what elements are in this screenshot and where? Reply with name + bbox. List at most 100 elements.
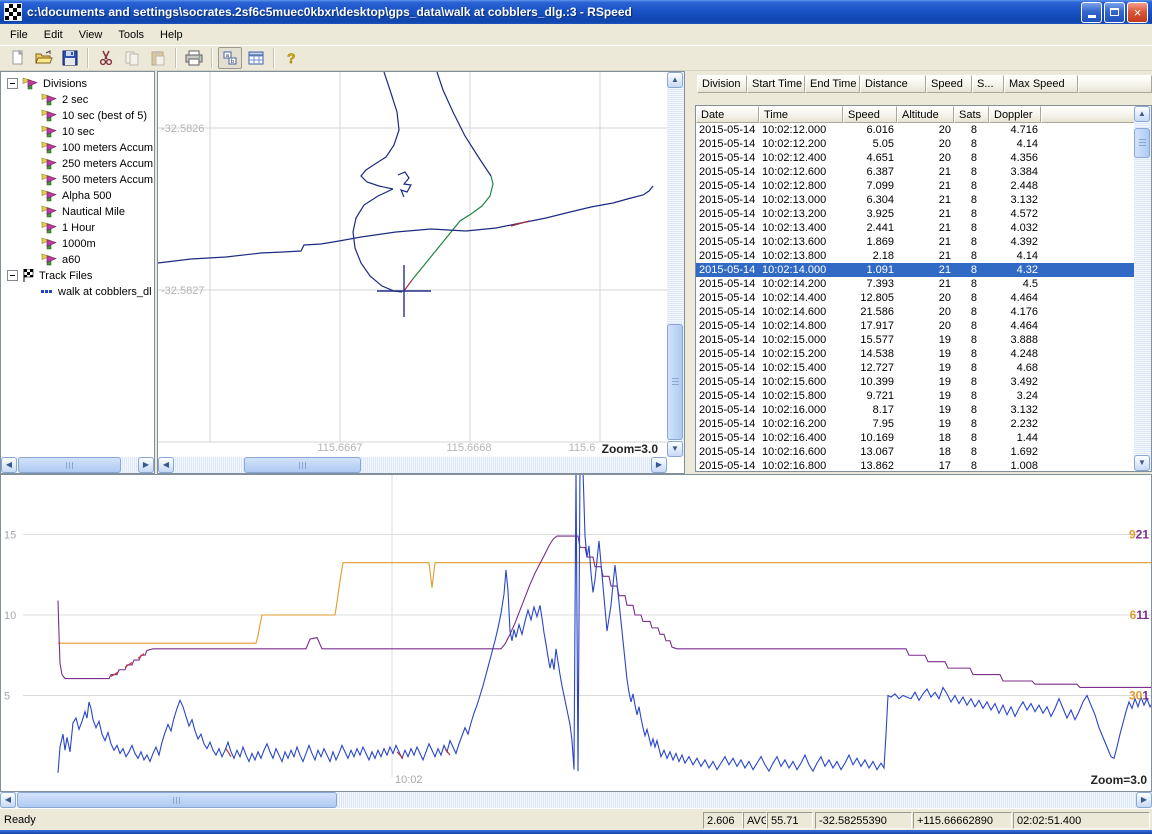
table-row[interactable]: 2015-05-1410:02:15.40012.7271984.68 <box>696 361 1151 375</box>
table-row[interactable]: 2015-05-1410:02:14.0001.0912184.32 <box>696 263 1151 277</box>
table-row[interactable]: 2015-05-1410:02:15.00015.5771983.888 <box>696 333 1151 347</box>
table-row[interactable]: 2015-05-1410:02:16.2007.951982.232 <box>696 417 1151 431</box>
track-column-altitude[interactable]: Altitude <box>897 106 954 123</box>
tree-item-10-sec[interactable]: 10 sec <box>1 123 154 139</box>
menu-tools[interactable]: Tools <box>110 26 152 44</box>
scroll-right-arrow[interactable]: ▶ <box>138 457 154 473</box>
restore-icon <box>1110 8 1119 16</box>
map-hscrollbar[interactable]: ◀ ▶ <box>158 457 667 473</box>
tree-item-10-sec-best-of-5-[interactable]: 10 sec (best of 5) <box>1 107 154 123</box>
table-row[interactable]: 2015-05-1410:02:12.4004.6512084.356 <box>696 151 1151 165</box>
menu-help[interactable]: Help <box>152 26 191 44</box>
table-row[interactable]: 2015-05-1410:02:12.0006.0162084.716 <box>696 123 1151 137</box>
table-row[interactable]: 2015-05-1410:02:13.4002.4412184.032 <box>696 221 1151 235</box>
table-row[interactable]: 2015-05-1410:02:13.6001.8692184.392 <box>696 235 1151 249</box>
scrollbar-thumb[interactable] <box>244 457 361 473</box>
track-column-doppler[interactable]: Doppler <box>989 106 1041 123</box>
tree-item-500-meters-accum[interactable]: 500 meters Accum <box>1 171 154 187</box>
table-row[interactable]: 2015-05-1410:02:13.0006.3042183.132 <box>696 193 1151 207</box>
tree-item-nautical-mile[interactable]: Nautical Mile <box>1 203 154 219</box>
tree-item-2-sec[interactable]: 2 sec <box>1 91 154 107</box>
scrollbar-thumb[interactable] <box>17 792 337 808</box>
tree-item-1-hour[interactable]: 1 Hour <box>1 219 154 235</box>
table-row[interactable]: 2015-05-1410:02:14.40012.8052084.464 <box>696 291 1151 305</box>
menu-file[interactable]: File <box>2 26 36 44</box>
copy-button[interactable] <box>120 47 144 69</box>
table-row[interactable]: 2015-05-1410:02:15.60010.3991983.492 <box>696 375 1151 389</box>
tree-item-100-meters-accum[interactable]: 100 meters Accum <box>1 139 154 155</box>
tree-item-track-files[interactable]: Track Files <box>1 267 154 283</box>
track-column-sats[interactable]: Sats <box>954 106 989 123</box>
track-column-date[interactable]: Date <box>696 106 759 123</box>
track-column-time[interactable]: Time <box>759 106 843 123</box>
tree-hscrollbar[interactable]: ◀ ▶ <box>1 457 154 473</box>
scroll-down-arrow[interactable]: ▼ <box>667 441 683 457</box>
title-bar[interactable]: c:\documents and settings\socrates.2sf6c… <box>0 0 1152 24</box>
tree-item-divisions[interactable]: Divisions <box>1 75 154 91</box>
division-column-start-time[interactable]: Start Time <box>747 75 805 93</box>
division-column-speed[interactable]: Speed <box>926 75 972 93</box>
grid-view-button[interactable] <box>244 47 268 69</box>
save-button[interactable] <box>58 47 82 69</box>
table-row[interactable]: 2015-05-1410:02:16.40010.1691881.44 <box>696 431 1151 445</box>
division-column-s-[interactable]: S... <box>972 75 1004 93</box>
scroll-left-arrow[interactable]: ◀ <box>158 457 174 473</box>
table-row[interactable]: 2015-05-1410:02:15.8009.7211983.24 <box>696 389 1151 403</box>
table-row[interactable]: 2015-05-1410:02:15.20014.5381984.248 <box>696 347 1151 361</box>
split-view-button[interactable]: ab <box>218 47 242 69</box>
scrollbar-thumb[interactable] <box>1134 128 1150 158</box>
scrollbar-thumb[interactable] <box>667 324 683 440</box>
tree-item-alpha-500[interactable]: Alpha 500 <box>1 187 154 203</box>
chart-hscrollbar[interactable]: ◀ ▶ <box>0 792 1152 808</box>
map-vscrollbar[interactable]: ▲ ▼ <box>667 72 684 457</box>
table-row[interactable]: 2015-05-1410:02:12.2005.052084.14 <box>696 137 1151 151</box>
scroll-left-arrow[interactable]: ◀ <box>0 792 16 808</box>
table-row[interactable]: 2015-05-1410:02:13.8002.182184.14 <box>696 249 1151 263</box>
scrollbar-thumb[interactable] <box>18 457 121 473</box>
paste-button[interactable] <box>146 47 170 69</box>
menu-edit[interactable]: Edit <box>36 26 71 44</box>
tree-expander-icon[interactable] <box>7 270 18 281</box>
cell-doppler: 4.5 <box>989 277 1041 291</box>
table-row[interactable]: 2015-05-1410:02:16.0008.171983.132 <box>696 403 1151 417</box>
minimize-button[interactable] <box>1081 2 1102 23</box>
track-map-canvas[interactable]: -32.5826-32.5827115.6667115.6668115.6Zoo… <box>158 72 667 457</box>
svg-text:115.6667: 115.6667 <box>317 442 362 454</box>
help-button[interactable]: ? <box>280 47 304 69</box>
division-column-max-speed[interactable]: Max Speed <box>1004 75 1078 93</box>
tree-expander-icon[interactable] <box>7 78 18 89</box>
division-column-distance[interactable]: Distance <box>860 75 926 93</box>
tree-item-a60[interactable]: a60 <box>1 251 154 267</box>
division-column-division[interactable]: Division <box>697 75 747 93</box>
tree-item-1000m[interactable]: 1000m <box>1 235 154 251</box>
scroll-up-arrow[interactable]: ▲ <box>1134 106 1150 122</box>
table-row[interactable]: 2015-05-1410:02:14.80017.9172084.464 <box>696 319 1151 333</box>
cut-button[interactable] <box>94 47 118 69</box>
restore-button[interactable] <box>1104 2 1125 23</box>
tree-item-walk-at-cobblers-dl[interactable]: walk at cobblers_dl <box>1 283 154 299</box>
scroll-down-arrow[interactable]: ▼ <box>1134 455 1150 471</box>
scroll-right-arrow[interactable]: ▶ <box>651 457 667 473</box>
division-column-end-time[interactable]: End Time <box>805 75 860 93</box>
cell-date: 2015-05-14 <box>696 165 759 179</box>
track-column-speed[interactable]: Speed <box>843 106 897 123</box>
table-row[interactable]: 2015-05-1410:02:13.2003.9252184.572 <box>696 207 1151 221</box>
menu-view[interactable]: View <box>71 26 111 44</box>
table-row[interactable]: 2015-05-1410:02:12.8007.0992182.448 <box>696 179 1151 193</box>
scroll-right-arrow[interactable]: ▶ <box>1136 792 1152 808</box>
table-row[interactable]: 2015-05-1410:02:14.60021.5862084.176 <box>696 305 1151 319</box>
table-row[interactable]: 2015-05-1410:02:12.6006.3872183.384 <box>696 165 1151 179</box>
table-row[interactable]: 2015-05-1410:02:16.60013.0671881.692 <box>696 445 1151 459</box>
table-row[interactable]: 2015-05-1410:02:14.2007.3932184.5 <box>696 277 1151 291</box>
scroll-left-arrow[interactable]: ◀ <box>1 457 17 473</box>
tree-item-250-meters-accum[interactable]: 250 meters Accum <box>1 155 154 171</box>
scroll-up-arrow[interactable]: ▲ <box>667 72 683 88</box>
open-button[interactable] <box>32 47 56 69</box>
close-button[interactable]: × <box>1127 2 1148 23</box>
cell-altitude: 19 <box>897 375 954 389</box>
table-row[interactable]: 2015-05-1410:02:16.80013.8621781.008 <box>696 459 1151 472</box>
table-vscrollbar[interactable]: ▲ ▼ <box>1134 106 1151 471</box>
new-button[interactable] <box>6 47 30 69</box>
speed-chart-canvas[interactable]: 1510592161130110:02Zoom=3.0 <box>1 475 1151 791</box>
print-button[interactable] <box>182 47 206 69</box>
